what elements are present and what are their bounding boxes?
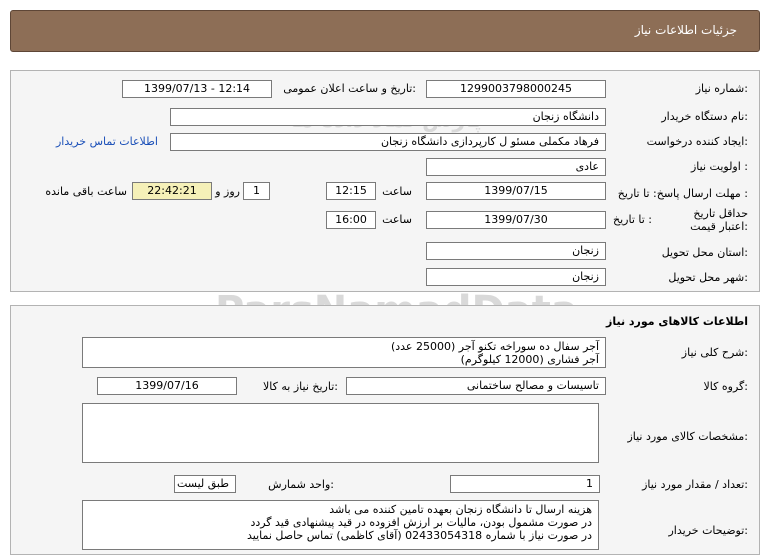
- reply-time-field: 12:15: [326, 182, 376, 200]
- province-field: زنجان: [426, 242, 606, 260]
- buyer-note-line: هزینه ارسال تا دانشگاه زنجان بعهده تامین…: [329, 503, 592, 516]
- priority-label: اولویت نیاز :: [690, 160, 748, 173]
- buyer-contact-link[interactable]: اطلاعات تماس خریدار: [56, 135, 158, 148]
- buyer-org-field: دانشگاه زنجان: [170, 108, 606, 126]
- summary-line: آجر سفال ده سوراخه تکنو آجر (25000 عدد): [390, 340, 599, 353]
- announce-field: 1399/07/13 - 12:14: [122, 80, 272, 98]
- days-field: 1: [243, 182, 270, 200]
- need-date-label: تاریخ نیاز به کالا:: [263, 380, 338, 393]
- priority-field: عادی: [426, 158, 606, 176]
- need-info-panel: [10, 70, 760, 292]
- announce-label: تاریخ و ساعت اعلان عمومی:: [283, 82, 416, 95]
- reply-deadline-label: مهلت ارسال پاسخ: تا تاریخ :: [617, 187, 748, 200]
- summary-field: آجر سفال ده سوراخه تکنو آجر (25000 عدد) …: [82, 337, 606, 368]
- buyer-note-line: در صورت نیاز با شماره 02433054318 (آقای …: [246, 529, 592, 542]
- summary-label: شرح کلی نیاز:: [681, 346, 748, 359]
- reply-date-field: 1399/07/15: [426, 182, 606, 200]
- qty-field: 1: [450, 475, 600, 493]
- summary-line: آجر فشاری (12000 کیلوگرم): [460, 353, 599, 366]
- goods-section-title: اطلاعات کالاهای مورد نیاز: [606, 315, 748, 328]
- reply-time-label: ساعت: [382, 185, 412, 198]
- need-number-field: 1299003798000245: [426, 80, 606, 98]
- requester-field: فرهاد مکملی مسئو ل کارپردازی دانشگاه زنج…: [170, 133, 606, 151]
- city-field: زنجان: [426, 268, 606, 286]
- buyer-notes-label: توضیحات خریدار:: [668, 524, 749, 537]
- qty-label: تعداد / مقدار مورد نیاز:: [642, 478, 748, 491]
- need-date-field: 1399/07/16: [97, 377, 237, 395]
- validity-time-label: ساعت: [382, 213, 412, 226]
- days-label: روز و: [215, 185, 240, 198]
- city-label: شهر محل تحویل:: [668, 271, 748, 284]
- buyer-notes-field: هزینه ارسال تا دانشگاه زنجان بعهده تامین…: [82, 500, 599, 550]
- buyer-note-line: در صورت مشمول بودن، مالیات بر ارزش افزود…: [250, 516, 592, 529]
- validity-time-field: 16:00: [326, 211, 376, 229]
- group-label: گروه کالا:: [703, 380, 748, 393]
- page-header: جزئیات اطلاعات نیاز: [10, 10, 760, 52]
- page-title: جزئیات اطلاعات نیاز: [634, 23, 737, 37]
- validity-label: حداقل تاریخ اعتبار قیمت:: [690, 207, 748, 233]
- specs-label: مشخصات کالای مورد نیاز:: [627, 430, 748, 443]
- remaining-label: ساعت باقی مانده: [45, 185, 127, 198]
- specs-field: [82, 403, 599, 463]
- validity-date-field: 1399/07/30: [426, 211, 606, 229]
- requester-label: ایجاد کننده درخواست:: [646, 135, 748, 148]
- unit-label: واحد شمارش:: [268, 478, 334, 491]
- need-number-label: شماره نیاز:: [695, 82, 748, 95]
- unit-field: طبق لیست: [174, 475, 236, 493]
- validity-to-label: تا تاریخ :: [613, 213, 652, 226]
- province-label: استان محل تحویل:: [661, 246, 748, 259]
- buyer-org-label: نام دستگاه خریدار:: [661, 110, 748, 123]
- group-field: تاسیسات و مصالح ساختمانی: [346, 377, 606, 395]
- remaining-time-field: 22:42:21: [132, 182, 212, 200]
